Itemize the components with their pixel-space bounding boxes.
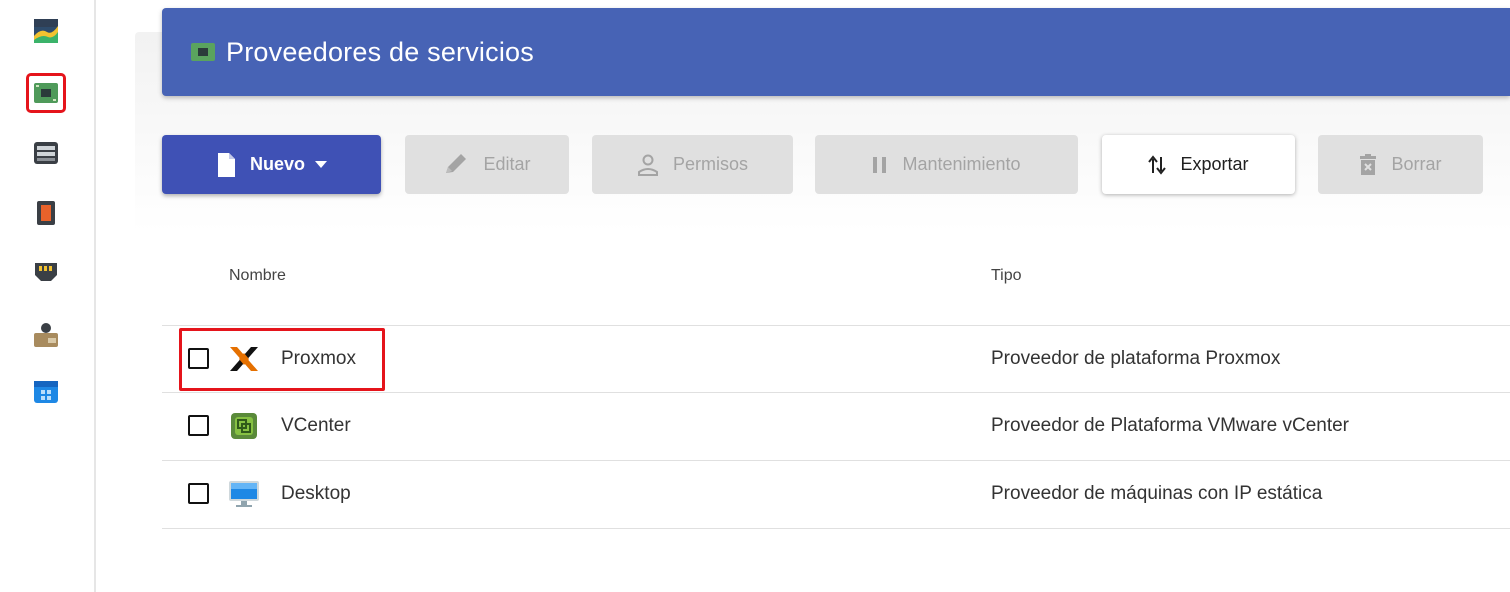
column-header-name[interactable]: Nombre <box>229 267 286 285</box>
calendar-icon[interactable] <box>29 374 63 408</box>
highlight-box <box>179 328 385 391</box>
row-name: Desktop <box>281 483 351 504</box>
maintenance-button[interactable]: Mantenimiento <box>815 135 1078 194</box>
permissions-button-label: Permisos <box>672 154 748 174</box>
delete-button[interactable]: Borrar <box>1318 135 1483 194</box>
delete-button-label: Borrar <box>1391 154 1442 174</box>
row-checkbox[interactable] <box>188 483 209 504</box>
pause-icon <box>872 156 888 174</box>
page-title: Proveedores de servicios <box>226 36 534 67</box>
desktop-icon <box>228 478 260 510</box>
row-type: Proveedor de máquinas con IP estática <box>991 483 1323 504</box>
trash-icon <box>1359 153 1377 176</box>
row-type: Proveedor de plataforma Proxmox <box>991 348 1281 369</box>
edit-button[interactable]: Editar <box>405 135 569 194</box>
row-name: VCenter <box>281 415 351 436</box>
table-row[interactable]: Desktop Proveedor de máquinas con IP est… <box>162 461 1510 529</box>
sort-arrows-icon <box>1148 154 1167 175</box>
export-button[interactable]: Exportar <box>1102 135 1295 194</box>
vcenter-icon <box>228 410 260 442</box>
table-row[interactable]: VCenter Proveedor de Plataforma VMware v… <box>162 393 1510 461</box>
chevron-down-icon <box>315 160 327 169</box>
user-outline-icon <box>637 154 659 176</box>
chart-icon[interactable] <box>29 14 63 48</box>
row-type: Proveedor de Plataforma VMware vCenter <box>991 415 1349 436</box>
row-checkbox[interactable] <box>188 415 209 436</box>
edit-button-label: Editar <box>483 154 531 174</box>
orange-device-icon[interactable] <box>29 196 63 230</box>
permissions-button[interactable]: Permisos <box>592 135 793 194</box>
user-wallet-icon[interactable] <box>29 318 63 352</box>
provider-board-icon[interactable] <box>26 73 66 113</box>
server-icon[interactable] <box>29 136 63 170</box>
file-icon <box>216 152 236 178</box>
column-header-type[interactable]: Tipo <box>991 267 1022 285</box>
pencil-icon <box>443 153 469 177</box>
maintenance-button-label: Mantenimiento <box>902 154 1021 174</box>
new-button[interactable]: Nuevo <box>162 135 381 194</box>
new-button-label: Nuevo <box>249 154 305 174</box>
export-button-label: Exportar <box>1180 154 1249 174</box>
provider-board-icon <box>190 41 216 63</box>
sidebar <box>0 0 96 592</box>
network-switch-icon[interactable] <box>29 254 63 288</box>
page-header: Proveedores de servicios <box>162 8 1510 96</box>
